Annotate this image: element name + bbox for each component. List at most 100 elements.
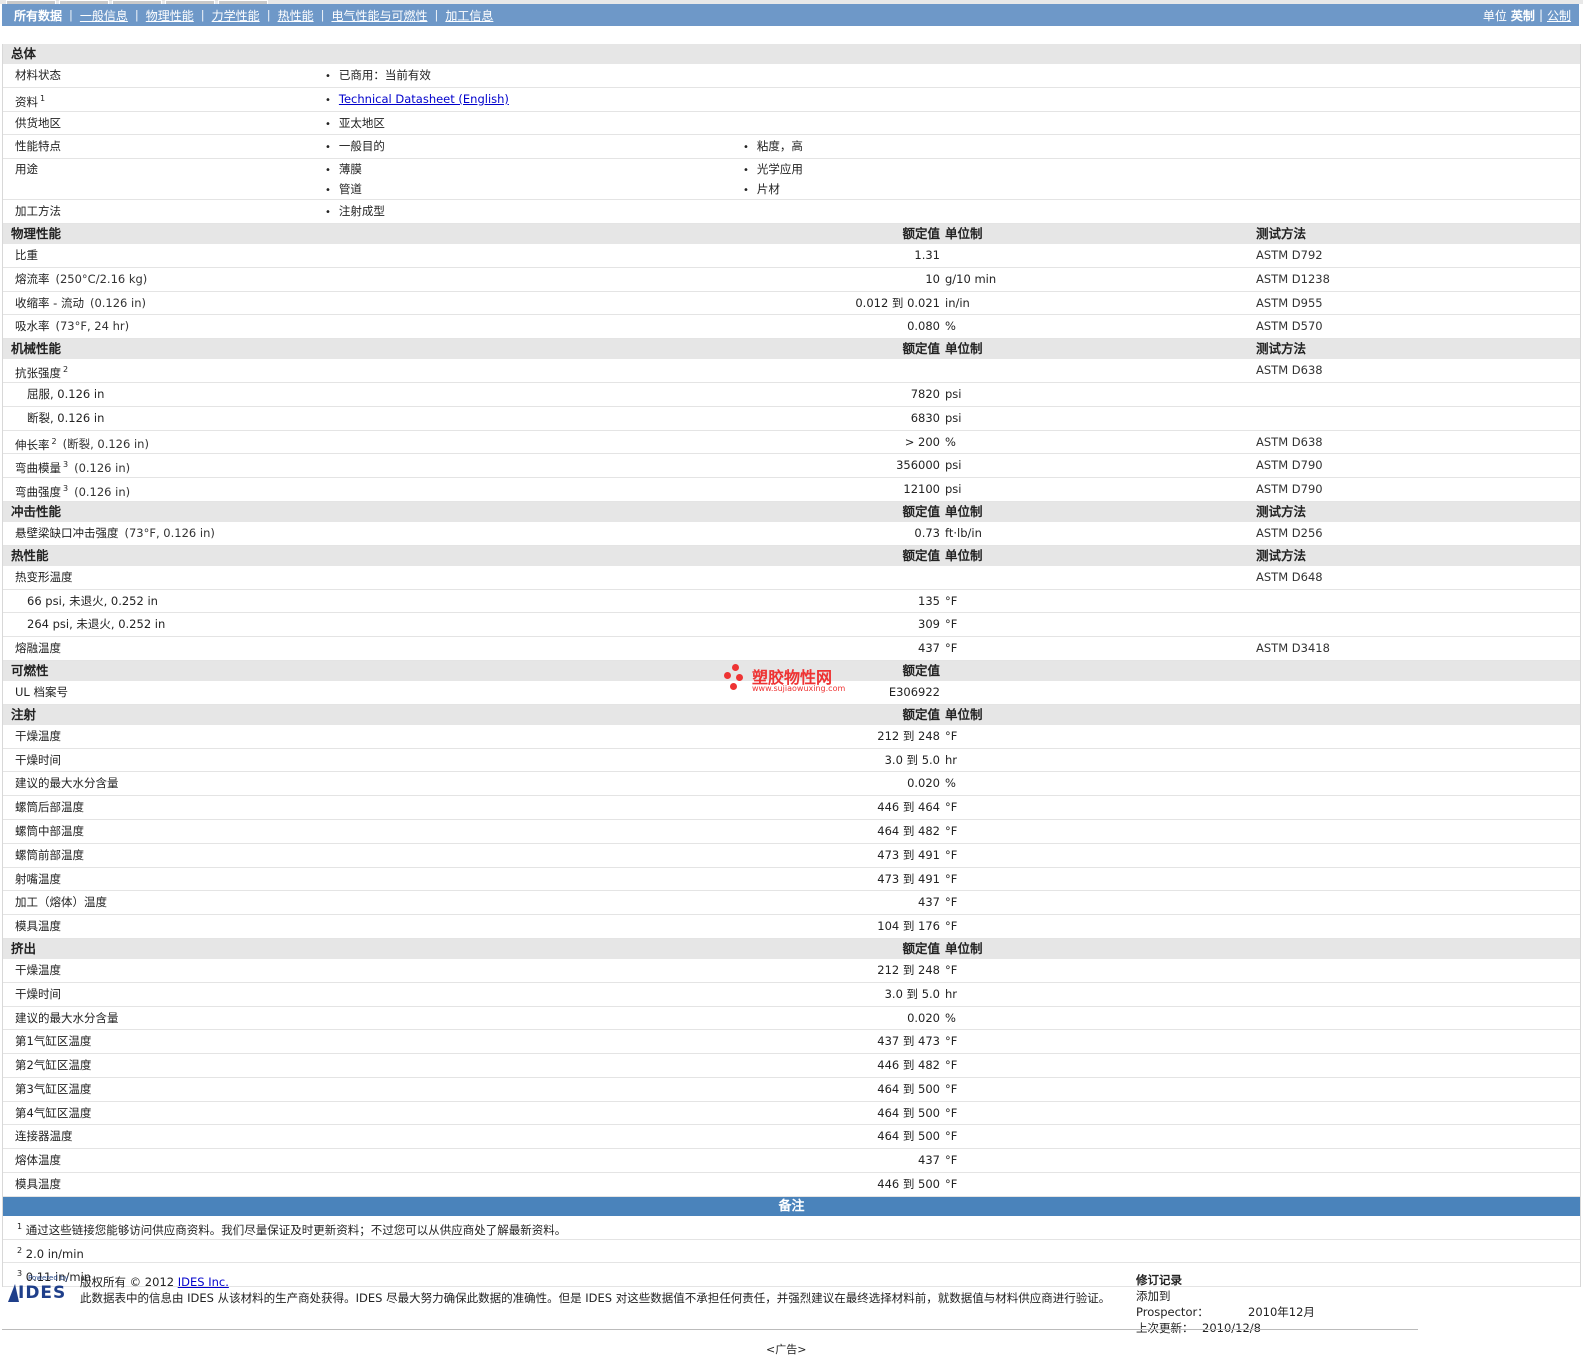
row-unit: °F (945, 847, 958, 862)
row-value: 135 (918, 593, 940, 608)
row-label: 抗张强度 2 (15, 359, 68, 384)
row-label: UL 档案号 (15, 684, 68, 699)
row-value: 464 到 482 (877, 823, 940, 838)
row-value: 437 (918, 641, 940, 656)
row-label: 第1气缸区温度 (15, 1034, 92, 1049)
row-value: 104 到 176 (877, 919, 940, 934)
watermark-dot (730, 683, 737, 690)
section-title: 热性能 (11, 547, 49, 563)
table-row: 螺筒前部温度 473 到 491 °F (3, 844, 1580, 868)
note-number: 1 (17, 1221, 23, 1231)
row-condition: (断裂, 0.126 in) (62, 437, 149, 452)
nav-all-data[interactable]: 所有数据 (14, 7, 62, 24)
table-row: 收缩率 - 流动 (0.126 in) 0.012 到 0.021 in/in A… (3, 292, 1580, 316)
table-row: 66 psi, 未退火, 0.252 in 135 °F (3, 590, 1580, 614)
label-text: 吸水率 (15, 319, 50, 334)
use-item: 光学应用 (743, 159, 803, 181)
section-title: 注射 (11, 706, 37, 722)
row-label: 连接器温度 (15, 1129, 73, 1144)
use-item: 薄膜 (325, 159, 362, 181)
row-label: 比重 (15, 244, 38, 266)
row-unit: °F (945, 728, 958, 743)
row-label: 模具温度 (15, 919, 61, 934)
footnote-ref: 2 (63, 365, 69, 375)
col-header-test: 测试方法 (1256, 547, 1307, 563)
row-process-method: 加工方法 注射成型 (3, 200, 1580, 224)
use-item: 管道 (325, 179, 362, 201)
row-unit: % (945, 434, 956, 449)
row-label: 弯曲模量 3 (0.126 in) (15, 454, 130, 479)
section-nav: 所有数据 | 一般信息 | 物理性能 | 力学性能 | 热性能 | 电气性能与可… (2, 4, 1579, 26)
table-row: 264 psi, 未退火, 0.252 in 309 °F (3, 613, 1580, 638)
row-resource: 资料1 Technical Datasheet (English) (3, 88, 1580, 112)
row-unit: ft·lb/in (945, 525, 982, 540)
ides-company-link[interactable]: IDES Inc. (178, 1275, 229, 1289)
row-test: ASTM D638 (1256, 363, 1323, 378)
section-header-general: 总体 (3, 44, 1580, 64)
note-number: 2 (17, 1245, 23, 1255)
col-header-unit: 单位制 (945, 706, 983, 722)
row-label: 干燥时间 (15, 752, 61, 767)
nav-general-info[interactable]: 一般信息 (80, 7, 128, 24)
nav-electrical[interactable]: 电气性能与可燃性 (331, 7, 427, 24)
technical-datasheet-link[interactable]: Technical Datasheet (English) (339, 92, 509, 106)
row-value: 212 到 248 (877, 728, 940, 743)
table-row: 连接器温度 464 到 500 °F (3, 1125, 1580, 1150)
row-label: 弯曲强度 3 (0.126 in) (15, 478, 130, 503)
nav-thermal[interactable]: 热性能 (278, 7, 314, 24)
row-unit: °F (945, 895, 958, 910)
nav-physical[interactable]: 物理性能 (146, 7, 194, 24)
watermark-logo: 塑胶物性网 www.sujiaowuxing.com (722, 664, 862, 696)
nav-mechanical[interactable]: 力学性能 (212, 7, 260, 24)
row-label: 屈服, 0.126 in (27, 386, 105, 401)
row-condition: (0.126 in) (74, 484, 131, 499)
note-item: 2 2.0 in/min (3, 1240, 1580, 1264)
row-value: > 200 (904, 434, 940, 449)
row-condition: (250°C/2.16 kg) (55, 271, 148, 286)
section-header-mechanical: 机械性能 额定值 单位制 测试方法 (3, 339, 1580, 360)
unit-english: 英制 (1510, 8, 1535, 23)
nav-separator: | (320, 8, 325, 22)
col-header-unit: 单位制 (945, 503, 983, 519)
row-unit: psi (945, 458, 962, 473)
section-header-extrusion: 挤出 额定值 单位制 (3, 938, 1580, 959)
col-header-nominal: 额定值 (902, 940, 940, 956)
unit-switcher: 单位 英制 | 公制 (1483, 7, 1579, 24)
row-label: 建议的最大水分含量 (15, 1010, 119, 1025)
table-row: 第1气缸区温度 437 到 473 °F (3, 1030, 1580, 1055)
nav-processing[interactable]: 加工信息 (445, 7, 493, 24)
label-text: 抗张强度 (15, 366, 61, 380)
added-label: 添加到 Prospector： (1136, 1289, 1209, 1319)
row-value: 446 到 464 (877, 800, 940, 815)
row-unit: % (945, 319, 956, 334)
footnote-ref: 3 (63, 484, 69, 494)
row-value: 212 到 248 (877, 962, 940, 977)
col-header-nominal: 额定值 (902, 662, 940, 678)
row-value: 437 (918, 1153, 940, 1168)
row-label: 第2气缸区温度 (15, 1058, 92, 1073)
watermark-url: www.sujiaowuxing.com (752, 684, 846, 693)
extrusion-rows: 干燥温度 212 到 248 °F 干燥时间 3.0 到 5.0 hr 建议的最大水分含量 0… (3, 959, 1580, 1197)
row-value: 0.020 (907, 1010, 940, 1025)
table-row: 伸长率 2 (断裂, 0.126 in) > 200 % ASTM D638 (3, 431, 1580, 455)
section-title: 挤出 (11, 940, 37, 956)
col-header-unit: 单位制 (945, 225, 983, 241)
units-label: 单位 (1482, 8, 1507, 23)
section-title: 冲击性能 (11, 503, 62, 519)
row-value: 464 到 500 (877, 1129, 940, 1144)
revision-added: 添加到 Prospector： 2010年12月 (1136, 1288, 1315, 1320)
note-text: 通过这些链接您能够访问供应商资料。我们尽量保证及时更新资料；不过您可以从供应商处… (25, 1222, 567, 1237)
row-label: 性能特点 (15, 139, 61, 154)
table-row: 螺筒后部温度 446 到 464 °F (3, 796, 1580, 820)
row-test: ASTM D790 (1256, 482, 1323, 497)
row-label: 干燥时间 (15, 986, 61, 1001)
watermark-dot (732, 664, 739, 671)
row-value: 12100 (903, 482, 940, 497)
table-row: 模具温度 104 到 176 °F (3, 915, 1580, 939)
row-value: 已商用：当前有效 (325, 64, 431, 88)
unit-metric-link[interactable]: 公制 (1547, 7, 1571, 24)
row-uses: 用途 薄膜 光学应用 管道 片材 (3, 159, 1580, 201)
row-label: 建议的最大水分含量 (15, 776, 119, 791)
revision-updated: 上次更新： 2010/12/8 (1136, 1320, 1315, 1336)
section-title: 可燃性 (11, 662, 49, 678)
